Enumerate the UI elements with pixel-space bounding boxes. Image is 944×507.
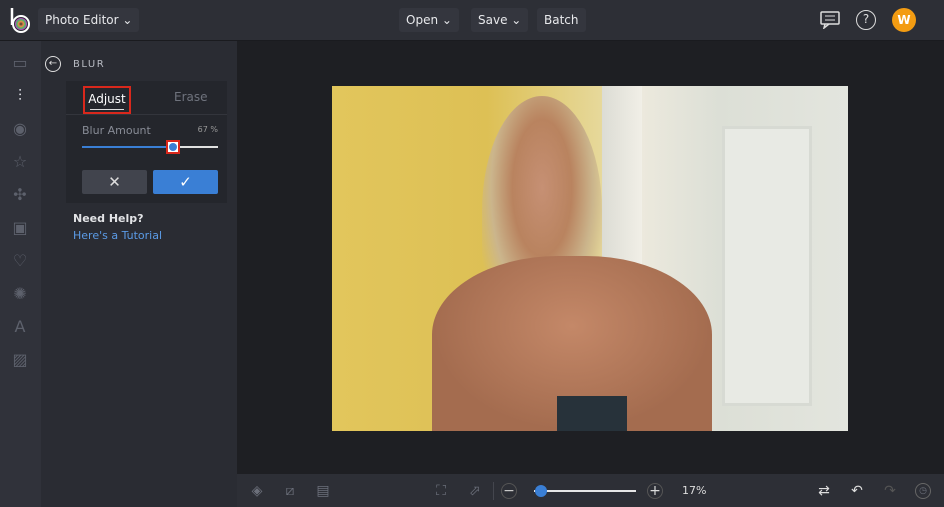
layout-icon[interactable]: ▤ (315, 483, 331, 499)
slider-handle[interactable] (166, 140, 181, 154)
blur-amount-value: 67 % (197, 125, 218, 134)
history-icon[interactable]: ◷ (915, 483, 931, 499)
zoom-out-icon[interactable]: − (501, 483, 517, 499)
chevron-down-icon: ⌄ (511, 13, 522, 27)
tab-erase[interactable]: Erase (174, 90, 208, 104)
cancel-button[interactable]: ✕ (82, 170, 147, 194)
avatar[interactable]: W (892, 8, 916, 32)
chevron-down-icon: ⌄ (441, 13, 452, 27)
help-icon[interactable]: ? (856, 10, 876, 30)
chat-icon[interactable] (820, 11, 840, 29)
star-icon[interactable]: ☆ (11, 153, 29, 171)
text-icon[interactable]: A (11, 318, 29, 336)
tool-rail: ▭ ⫶ ◉ ☆ ✣ ▣ ♡ ✺ A ▨ (0, 41, 41, 507)
blur-panel: ← BLUR Adjust Erase Blur Amount 67 % ✕ ✓… (41, 41, 237, 507)
fit-screen-icon[interactable]: ⛶ (433, 483, 449, 499)
chevron-down-icon: ⌄ (122, 13, 133, 27)
crop-overlay-icon[interactable]: ⧄ (282, 483, 298, 499)
check-icon: ✓ (179, 173, 192, 191)
save-label: Save (478, 13, 508, 27)
tab-adjust[interactable]: Adjust (83, 86, 131, 114)
heart-icon[interactable]: ♡ (11, 252, 29, 270)
bottom-toolbar: ◈ ⧄ ▤ ⛶ ⬀ − + 17% ⇄ ↶ ↷ ◷ (237, 474, 944, 507)
save-button[interactable]: Save ⌄ (471, 8, 529, 32)
menu-label: Photo Editor (45, 13, 119, 27)
blur-amount-label: Blur Amount (82, 124, 151, 137)
badge-icon[interactable]: ✺ (11, 285, 29, 303)
help-title: Need Help? (73, 212, 144, 225)
texture-icon[interactable]: ▨ (11, 351, 29, 369)
redo-icon[interactable]: ↷ (882, 483, 898, 499)
adjustments-icon[interactable]: ⫶ (11, 87, 29, 105)
top-bar: Photo Editor ⌄ Open ⌄ Save ⌄ Batch ? W (0, 0, 944, 41)
tabs: Adjust Erase (66, 81, 227, 115)
frame-icon[interactable]: ▣ (11, 219, 29, 237)
tab-adjust-label: Adjust (88, 92, 126, 106)
close-icon: ✕ (108, 173, 121, 191)
image-icon[interactable]: ▭ (11, 54, 29, 72)
zoom-slider[interactable] (534, 485, 636, 497)
eye-icon[interactable]: ◉ (11, 120, 29, 138)
open-button[interactable]: Open ⌄ (399, 8, 459, 32)
apply-button[interactable]: ✓ (153, 170, 218, 194)
adjust-card: Adjust Erase Blur Amount 67 % ✕ ✓ (66, 81, 227, 203)
zoom-in-icon[interactable]: + (647, 483, 663, 499)
photo-editor-menu[interactable]: Photo Editor ⌄ (38, 8, 140, 32)
app-logo[interactable] (9, 7, 31, 33)
panel-title: BLUR (73, 59, 106, 70)
open-label: Open (406, 13, 439, 27)
actual-size-icon[interactable]: ⬀ (467, 483, 483, 499)
swap-icon[interactable]: ⇄ (816, 483, 832, 499)
blur-slider[interactable] (82, 140, 218, 154)
graphics-icon[interactable]: ✣ (11, 186, 29, 204)
tutorial-link[interactable]: Here's a Tutorial (73, 229, 162, 242)
batch-button[interactable]: Batch (537, 8, 586, 32)
back-icon[interactable]: ← (45, 56, 61, 72)
zoom-handle[interactable] (534, 485, 547, 497)
photo-canvas[interactable] (332, 86, 848, 431)
layers-icon[interactable]: ◈ (249, 483, 265, 499)
undo-icon[interactable]: ↶ (849, 483, 865, 499)
zoom-level: 17% (682, 484, 707, 497)
